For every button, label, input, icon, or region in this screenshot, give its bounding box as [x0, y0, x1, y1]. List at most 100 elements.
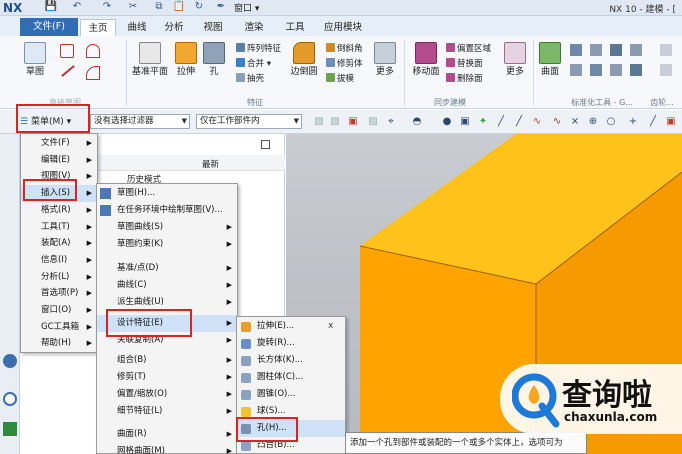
main-menu-item[interactable]: 编辑(E) ▶ [21, 152, 97, 169]
selection-scope-dropdown[interactable]: 仅在工作部件内 ▼ [196, 114, 302, 129]
tool-icon[interactable] [630, 64, 642, 76]
maximize-icon[interactable] [261, 140, 270, 149]
main-menu-item[interactable]: 文件(F) ▶ [21, 135, 97, 152]
selection-icon[interactable]: ⌖ [384, 115, 398, 129]
insert-menu-item[interactable]: 曲面(R) ▶ [97, 426, 237, 443]
touch-mode-icon[interactable]: ✒ [214, 1, 228, 14]
profile-icon[interactable] [60, 44, 74, 58]
tool-icon[interactable] [590, 44, 602, 56]
insert-menu-item[interactable]: 草图约束(K) ▶ [97, 236, 237, 253]
design-feature-menu-item[interactable]: 拉伸(E)... X [237, 318, 345, 335]
sketch-button[interactable]: 草图 [18, 42, 52, 78]
insert-menu-item[interactable]: 曲线(C) ▶ [97, 277, 237, 294]
insert-menu-item[interactable]: 偏置/缩放(O) ▶ [97, 386, 237, 403]
main-menu-item[interactable]: GC工具箱 ▶ [21, 319, 97, 336]
tangent-icon[interactable]: ╱ [646, 115, 660, 129]
paste-icon[interactable]: 📋 [172, 1, 186, 14]
cut-icon[interactable]: ✂ [126, 1, 140, 14]
datum-plane-button[interactable]: 基准平面 [130, 42, 170, 78]
curve-icon[interactable] [86, 66, 100, 80]
window-menu[interactable]: 窗口 ▾ [234, 1, 259, 14]
arc-icon[interactable] [86, 44, 100, 58]
design-feature-menu-item[interactable]: 旋转(R)... [237, 335, 345, 352]
repeat-icon[interactable]: ↻ [192, 1, 206, 14]
roles-icon[interactable] [3, 422, 17, 436]
unite-button[interactable]: 合并 ▾ [236, 58, 271, 70]
undo-icon[interactable]: ↶ [70, 1, 84, 14]
insert-menu-item[interactable]: 在任务环境中绘制草图(V)... [97, 202, 237, 219]
tool-icon[interactable] [590, 64, 602, 76]
tab-file[interactable]: 文件(F) [20, 18, 78, 36]
main-menu-item[interactable]: 格式(R) ▶ [21, 202, 97, 219]
tool-icon[interactable] [610, 44, 622, 56]
control-point-icon[interactable]: ∿ [550, 115, 564, 129]
tab-application[interactable]: 应用模块 [318, 19, 368, 36]
intersection-icon[interactable]: ⨯ [568, 115, 582, 129]
curve-snap-icon[interactable]: ∿ [530, 115, 544, 129]
show-icon[interactable]: ◓ [410, 115, 424, 129]
tool-icon[interactable] [570, 44, 582, 56]
snap-icon[interactable]: ▣ [664, 115, 678, 129]
more-features-button[interactable]: 更多 [372, 42, 398, 78]
more-sync-button[interactable]: 更多 [502, 42, 528, 78]
redo-icon[interactable]: ↷ [100, 1, 114, 14]
view-icon[interactable]: ▣ [458, 115, 472, 129]
snap-icon[interactable]: ▣ [346, 115, 360, 129]
insert-menu-item[interactable]: 网格曲面(M) ▶ [97, 443, 237, 454]
select-icon[interactable]: ▧ [328, 115, 342, 129]
extrude-button[interactable]: 拉伸 [172, 42, 200, 78]
center-icon[interactable]: ⊕ [586, 115, 600, 129]
insert-menu-item[interactable]: 组合(B) ▶ [97, 352, 237, 369]
replace-face-button[interactable]: 替换面 [446, 58, 483, 70]
main-menu-item[interactable]: 首选项(P) ▶ [21, 285, 97, 302]
main-menu-item[interactable]: 工具(T) ▶ [21, 219, 97, 236]
move-face-button[interactable]: 移动面 [408, 42, 444, 78]
insert-menu-item[interactable]: 基准/点(D) ▶ [97, 260, 237, 277]
edge-blend-button[interactable]: 边倒圆 [289, 42, 319, 78]
history-clock-icon[interactable] [3, 392, 17, 406]
chamfer-button[interactable]: 倒斜角 [326, 43, 363, 55]
plus-icon[interactable]: + [626, 115, 640, 129]
view-icon[interactable]: ● [440, 115, 454, 129]
tab-tools[interactable]: 工具 [279, 19, 311, 36]
delete-face-button[interactable]: 删除面 [446, 73, 483, 85]
shell-button[interactable]: 抽壳 [236, 73, 264, 85]
column-latest[interactable]: 最新 [202, 158, 219, 170]
main-menu-item[interactable]: 分析(L) ▶ [21, 269, 97, 286]
save-icon[interactable]: 💾 [44, 1, 58, 14]
design-feature-menu-item[interactable]: 长方体(K)... [237, 352, 345, 369]
design-feature-menu-item[interactable]: 圆锥(O)... [237, 386, 345, 403]
menu-button[interactable]: ☰ 菜单(M) ▾ [20, 114, 86, 130]
insert-menu-item[interactable]: 细节特征(L) ▶ [97, 403, 237, 420]
gear-tool-icon[interactable] [660, 64, 672, 76]
main-menu-item[interactable]: 装配(A) ▶ [21, 235, 97, 252]
tab-view[interactable]: 视图 [197, 19, 229, 36]
design-feature-menu-item[interactable]: 圆柱体(C)... [237, 369, 345, 386]
tab-analysis[interactable]: 分析 [158, 19, 190, 36]
tool-icon[interactable] [570, 64, 582, 76]
main-menu-item[interactable]: 帮助(H) ▶ [21, 335, 97, 352]
line-snap-icon[interactable]: ╱ [512, 115, 526, 129]
tab-home[interactable]: 主页 [80, 19, 116, 36]
hole-button[interactable]: 孔 [202, 42, 226, 78]
main-menu-item[interactable]: 信息(I) ▶ [21, 252, 97, 269]
pattern-feature-button[interactable]: 阵列特征 [236, 43, 281, 55]
part-navigator-icon[interactable] [3, 354, 17, 368]
insert-menu-item[interactable]: 修剪(T) ▶ [97, 369, 237, 386]
filter-icon[interactable]: ▨ [366, 115, 380, 129]
tab-curve[interactable]: 曲线 [121, 19, 153, 36]
insert-menu-item[interactable]: 草图曲线(S) ▶ [97, 219, 237, 236]
line-snap-icon[interactable]: ╱ [494, 115, 508, 129]
draft-button[interactable]: 拔模 [326, 73, 354, 85]
surface-button[interactable]: 曲面 [537, 42, 563, 78]
selection-filter-dropdown[interactable]: 没有选择过滤器 ▼ [90, 114, 190, 129]
point-icon[interactable]: ✦ [476, 115, 490, 129]
offset-region-button[interactable]: 偏置区域 [446, 43, 491, 55]
tab-render[interactable]: 渲染 [237, 19, 271, 36]
tool-icon[interactable] [610, 64, 622, 76]
circle-icon[interactable]: ○ [604, 115, 618, 129]
trim-body-button[interactable]: 修剪体 [326, 58, 363, 70]
gear-tool-icon[interactable] [660, 44, 672, 56]
main-menu-item[interactable]: 窗口(O) ▶ [21, 302, 97, 319]
select-icon[interactable]: ▧ [312, 115, 326, 129]
